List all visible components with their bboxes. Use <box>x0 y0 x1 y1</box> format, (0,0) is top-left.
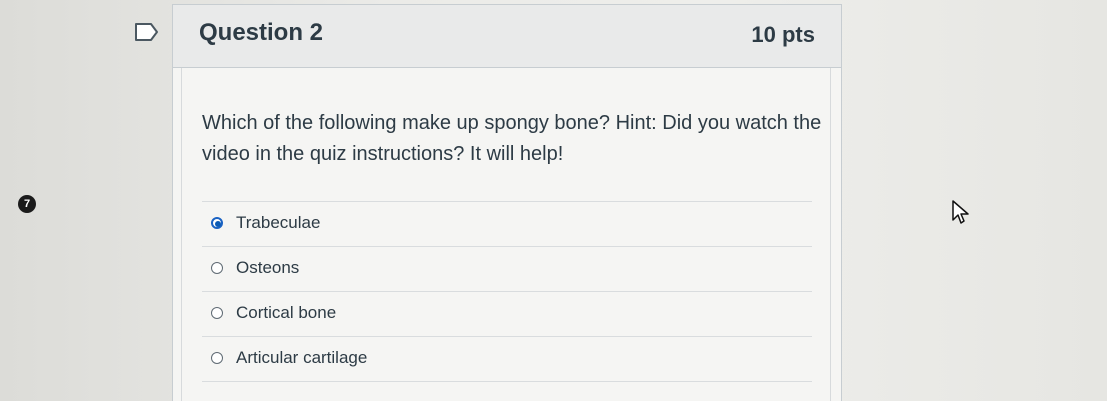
question-body: Which of the following make up spongy bo… <box>181 68 831 401</box>
flag-question-icon[interactable] <box>134 22 160 42</box>
answer-option-osteons[interactable]: Osteons <box>202 247 812 292</box>
answer-label: Osteons <box>236 258 300 277</box>
answer-option-trabeculae[interactable]: Trabeculae <box>202 202 812 247</box>
answer-label: Articular cartilage <box>236 348 368 367</box>
question-title: Question 2 <box>199 19 324 46</box>
answer-option-cortical-bone[interactable]: Cortical bone <box>202 292 812 337</box>
answer-label: Cortical bone <box>236 303 337 322</box>
answer-option-articular-cartilage[interactable]: Articular cartilage <box>202 337 812 382</box>
mouse-pointer-icon <box>950 199 972 225</box>
answer-list: Trabeculae Osteons Cortical bone Articul… <box>202 201 812 382</box>
radio-unselected-icon[interactable] <box>211 262 223 274</box>
question-header: Question 2 10 pts <box>173 5 841 68</box>
question-points: 10 pts <box>751 22 815 47</box>
radio-selected-icon[interactable] <box>211 217 223 229</box>
radio-unselected-icon[interactable] <box>211 307 223 319</box>
question-number-badge: 7 <box>18 195 36 213</box>
question-text: Which of the following make up spongy bo… <box>202 112 822 165</box>
question-card: Question 2 10 pts Which of the following… <box>172 4 842 401</box>
answer-label: Trabeculae <box>236 213 321 232</box>
radio-unselected-icon[interactable] <box>211 352 223 364</box>
